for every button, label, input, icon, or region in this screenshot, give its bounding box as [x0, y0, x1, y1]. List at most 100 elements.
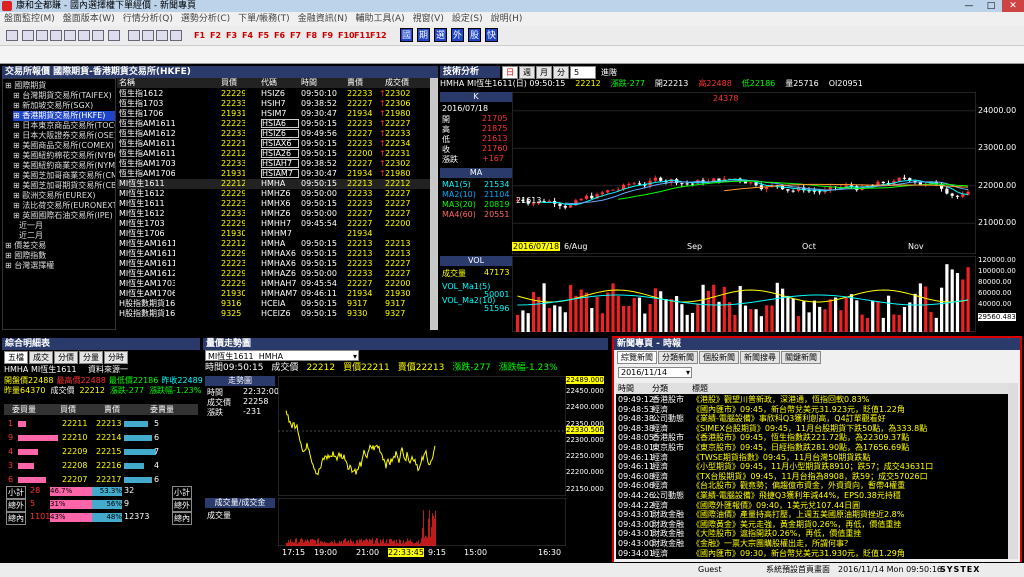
toolbar-tool-icon[interactable]	[128, 30, 140, 41]
news-item[interactable]: 09:48:53 經濟 《國內匯市》09:45，新台幣兌美元31.923元，貶值1.…	[616, 405, 1008, 415]
news-tab-2[interactable]: 個股新聞	[699, 351, 739, 364]
news-item[interactable]: 09:43:01 財政金融 《大陸股市》滬指開跌0.26%，再低，價值重挫	[616, 529, 1008, 539]
fkey-f3-button[interactable]: F3	[226, 30, 237, 42]
tree-node[interactable]: 近二月	[19, 231, 115, 241]
toolbar-tool-icon[interactable]	[78, 30, 90, 41]
news-tab-3[interactable]: 新聞搜尋	[740, 351, 780, 364]
close-button[interactable]: ✕	[1002, 0, 1024, 12]
tree-node[interactable]: ⊞ 新加坡交易所(SGX)	[13, 101, 115, 111]
table-row[interactable]: MI恆生1612 22233 HMHZ6 09:50:00 22227 22227	[117, 209, 430, 219]
quick-button-5[interactable]: 快	[485, 28, 498, 42]
table-row[interactable]: 恆生指AM1703 22233 HSIAH7 09:38:52 22227 22302 ↑	[117, 159, 430, 169]
tree-node[interactable]: ⊞ 國際指數	[5, 251, 115, 261]
toolbar-tool-icon[interactable]	[92, 30, 104, 41]
news-tab-0[interactable]: 綜覽新聞	[617, 351, 657, 364]
news-item[interactable]: 09:48:05 香港股市 《香港股市》09:45，恆生指數跌221.72點，為22…	[616, 433, 1008, 443]
tick-line-chart[interactable]	[278, 376, 566, 496]
tree-node[interactable]: ⊞ 日本東京商品交易所(TOCOM)	[13, 121, 115, 131]
toolbar-tool-icon[interactable]	[6, 30, 18, 41]
news-item[interactable]: 09:46:11 經濟 《TWSE期貨指數》09:45，11月台灣50期貨跌點	[616, 453, 1008, 463]
fkey-f9-button[interactable]: F9	[322, 30, 333, 42]
table-row[interactable]: 恆生指1612 22229 HSIZ6 09:50:10 22233 22302 ↑	[117, 89, 430, 99]
news-scrollbar[interactable]	[1008, 383, 1018, 559]
table-row[interactable]: MI恆生1612 22229 HMHZ6 09:50:00 22233 22227	[117, 189, 430, 199]
table-row[interactable]: MI恆生AM1612 22229 HMHAZ6 09:50:00 22233 22227	[117, 269, 430, 279]
tree-node[interactable]: ⊞ 香港期貨交易所(HKFE)	[13, 111, 115, 121]
quote-col-header[interactable]: 名稱	[119, 78, 175, 88]
news-item[interactable]: 09:43:00 財政金融 《國際黃金》美元走強，黃金期貨0.26%，再低，價值重挫	[616, 520, 1008, 530]
tech-type-label[interactable]: 進階	[597, 68, 617, 77]
tree-node[interactable]: ⊞ 台灣選擇權	[5, 261, 115, 271]
menu-item-3[interactable]: 選勢分析(C)	[177, 12, 234, 26]
quote-col-header[interactable]: 賣價	[347, 78, 377, 88]
news-item[interactable]: 09:49:12 香港股市 《港股》觀望川普新政，深港通，恆指回軟0.83%	[616, 395, 1008, 405]
table-row[interactable]: 恆生指AM1611 22212 HSIA26 09:50:15 22200 22231 ↑	[117, 149, 430, 159]
tree-node[interactable]: ⊞ 法比荷交易所(EURONEXT)	[13, 201, 115, 211]
fkey-f1-button[interactable]: F1	[194, 30, 205, 42]
tree-node[interactable]: ⊞ 美國紐約商業交易所(NYMEX)	[13, 161, 115, 171]
menu-item-8[interactable]: 設定(S)	[448, 12, 487, 26]
table-row[interactable]: 恆生指AM1611 22221 HSIAX6 09:50:15 22223 22234 ↑	[117, 139, 430, 149]
news-item[interactable]: 09:46:11 經濟 《小型期貨》09:45，11月小型期貨跌8910；跌57；成…	[616, 462, 1008, 472]
quick-button-1[interactable]: 期	[417, 28, 430, 42]
fkey-f7-button[interactable]: F7	[290, 30, 301, 42]
menu-item-4[interactable]: 下單/帳務(T)	[234, 12, 294, 26]
news-col-header[interactable]: 分類	[652, 383, 668, 394]
menu-item-5[interactable]: 金融資訊(N)	[294, 12, 352, 26]
news-col-header[interactable]: 時間	[618, 383, 634, 394]
table-row[interactable]: MI恆生AM1611 22229 HMHAX6 09:50:15 22213 22213	[117, 249, 430, 259]
summary-tab-3[interactable]: 分量	[79, 351, 103, 364]
tree-node[interactable]: ⊞ 美國芝加哥期貨交易所(CBOT)	[13, 181, 115, 191]
candlestick-chart[interactable]	[512, 92, 976, 254]
fkey-f11-button[interactable]: F11	[354, 30, 371, 42]
news-item[interactable]: 09:48:38 經濟 《SIMEX台股期貨》09:45，11月台股期貨下跌50點，…	[616, 424, 1008, 434]
quote-col-header[interactable]: 時間	[301, 78, 339, 88]
table-row[interactable]: 恆生指AM1706 21931 HSIAM7 09:30:47 21934 21980 ↑	[117, 169, 430, 179]
quick-button-2[interactable]: 選	[434, 28, 447, 42]
table-row[interactable]: MI恆生1611 22212 HMHA 09:50:15 22213 22212	[117, 179, 430, 189]
news-item[interactable]: 09:48:38 公司動態 《業績-電腦設備》事欣科Q3獲利創高，Q4訂單觀看好	[616, 414, 1008, 424]
fkey-f4-button[interactable]: F4	[242, 30, 253, 42]
news-item[interactable]: 09:44:22 經濟 《國際外匯報價》09:40，1美元兌107.44日圓	[616, 501, 1008, 511]
news-item[interactable]: 09:48:01 東京股市 《東京股市》09:45，日經指數跌281.90點，為17…	[616, 443, 1008, 453]
table-row[interactable]: MI恆生AM1703 22229 HMHAH7 09:45:54 22227 22200	[117, 279, 430, 289]
tree-node[interactable]: ⊞ 台灣期貨交易所(TAIFEX)	[13, 91, 115, 101]
minimize-button[interactable]: —	[958, 0, 980, 12]
table-row[interactable]: MI恆生AM1611 22223 HMHAX6 09:50:15 22223 22227	[117, 259, 430, 269]
quick-button-0[interactable]: 國	[400, 28, 413, 42]
toolbar-tool-icon[interactable]	[50, 30, 62, 41]
tree-node[interactable]: ⊞ 英國國際石油交易所(IPE)	[13, 211, 115, 221]
tree-node[interactable]: ⊞ 價差交易	[5, 241, 115, 251]
table-row[interactable]: H股指數期貨1612 9325 HCEIZ6 09:50:15 9330 9327	[117, 309, 430, 319]
maximize-button[interactable]: □	[980, 0, 1002, 12]
tree-node[interactable]: ⊞ 美國商品交易所(COMEX)	[13, 141, 115, 151]
quote-scrollbar[interactable]	[430, 78, 438, 330]
news-tab-1[interactable]: 分類新聞	[658, 351, 698, 364]
tick-volume-chart[interactable]	[278, 498, 566, 546]
menu-item-1[interactable]: 盤面版本(W)	[59, 12, 119, 26]
tree-node[interactable]: ⊞ 國際期貨	[5, 81, 115, 91]
table-row[interactable]: H股指數期貨1611 9316 HCEIA 09:50:15 9317 9317	[117, 299, 430, 309]
news-item[interactable]: 09:46:06 經濟 《台北股市》觀竟勢；偏趨億市資金，外資資向，暫帶4權重	[616, 481, 1008, 491]
fkey-f10-button[interactable]: F10	[338, 30, 355, 42]
toolbar-tool-icon[interactable]	[108, 30, 120, 41]
table-row[interactable]: 恆生指AM1611 22223 HSIA6 09:50:15 22223 22227 ↑	[117, 119, 430, 129]
tree-node[interactable]: ⊞ 美國紐約棉花交易所(NYBOT)	[13, 151, 115, 161]
menu-item-0[interactable]: 盤面監控(M)	[0, 12, 59, 26]
summary-tab-2[interactable]: 分價	[54, 351, 78, 364]
tree-node[interactable]: ⊞ 日本大阪證券交易所(OSE)	[13, 131, 115, 141]
news-item[interactable]: 09:46:08 經濟 《TX台股期貨》09:45，11月台指為8908，跌59；成…	[616, 472, 1008, 482]
fkey-f2-button[interactable]: F2	[210, 30, 221, 42]
toolbar-tool-icon[interactable]	[64, 30, 76, 41]
table-row[interactable]: MI恆生AM1706 21930 HMHAM7 09:46:11 21934 21930	[117, 289, 430, 299]
table-row[interactable]: 恆生指AM1612 22233 HSIZ6 09:49:56 22227 22233 ↑	[117, 129, 430, 139]
table-row[interactable]: MI恆生1611 22223 HMHX6 09:50:15 22223 22227	[117, 199, 430, 209]
table-row[interactable]: 恆生指1706 21931 HSIM7 09:30:47 21934 21980 ↑	[117, 109, 430, 119]
toolbar-tool-icon[interactable]	[22, 30, 34, 41]
quick-button-3[interactable]: 外	[451, 28, 464, 42]
fkey-f6-button[interactable]: F6	[274, 30, 285, 42]
tree-node[interactable]: 近一月	[19, 221, 115, 231]
menu-item-6[interactable]: 輔助工具(A)	[351, 12, 408, 26]
summary-tab-1[interactable]: 成交	[29, 351, 53, 364]
summary-tab-4[interactable]: 分時	[104, 351, 128, 364]
